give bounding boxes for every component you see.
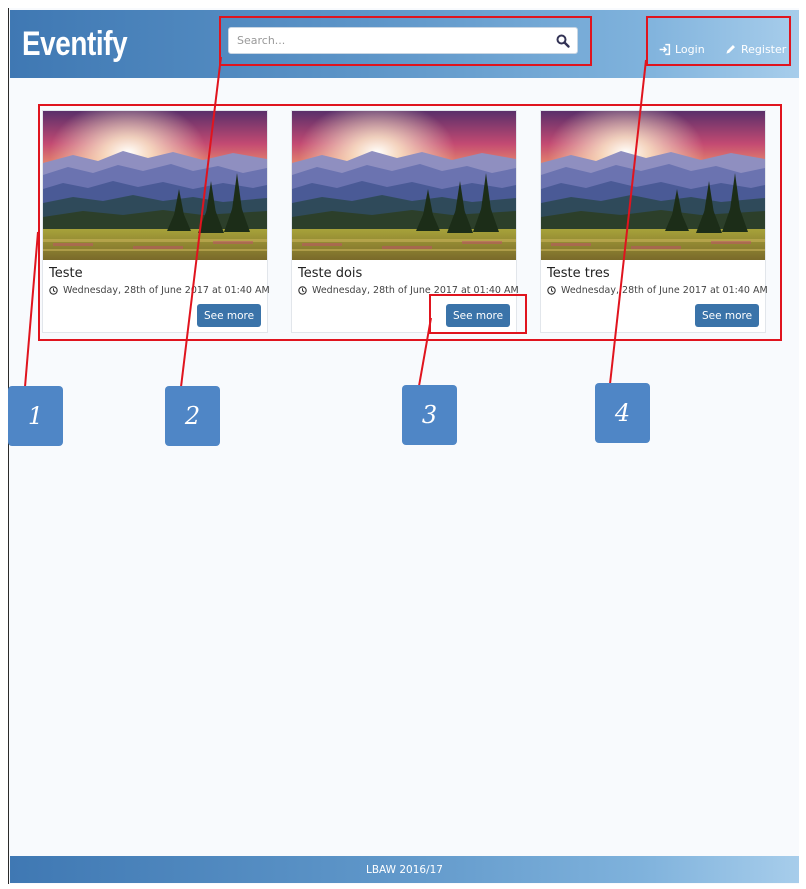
annotation-badge-3: 3: [402, 385, 457, 445]
annotation-lines: [24, 56, 647, 388]
annotation-badge-2: 2: [165, 386, 220, 446]
footer: LBAW 2016/17: [10, 856, 799, 883]
footer-text: LBAW 2016/17: [365, 863, 443, 876]
annotation-badge-1: 1: [8, 386, 63, 446]
annotation-badge-4: 4: [595, 383, 650, 443]
